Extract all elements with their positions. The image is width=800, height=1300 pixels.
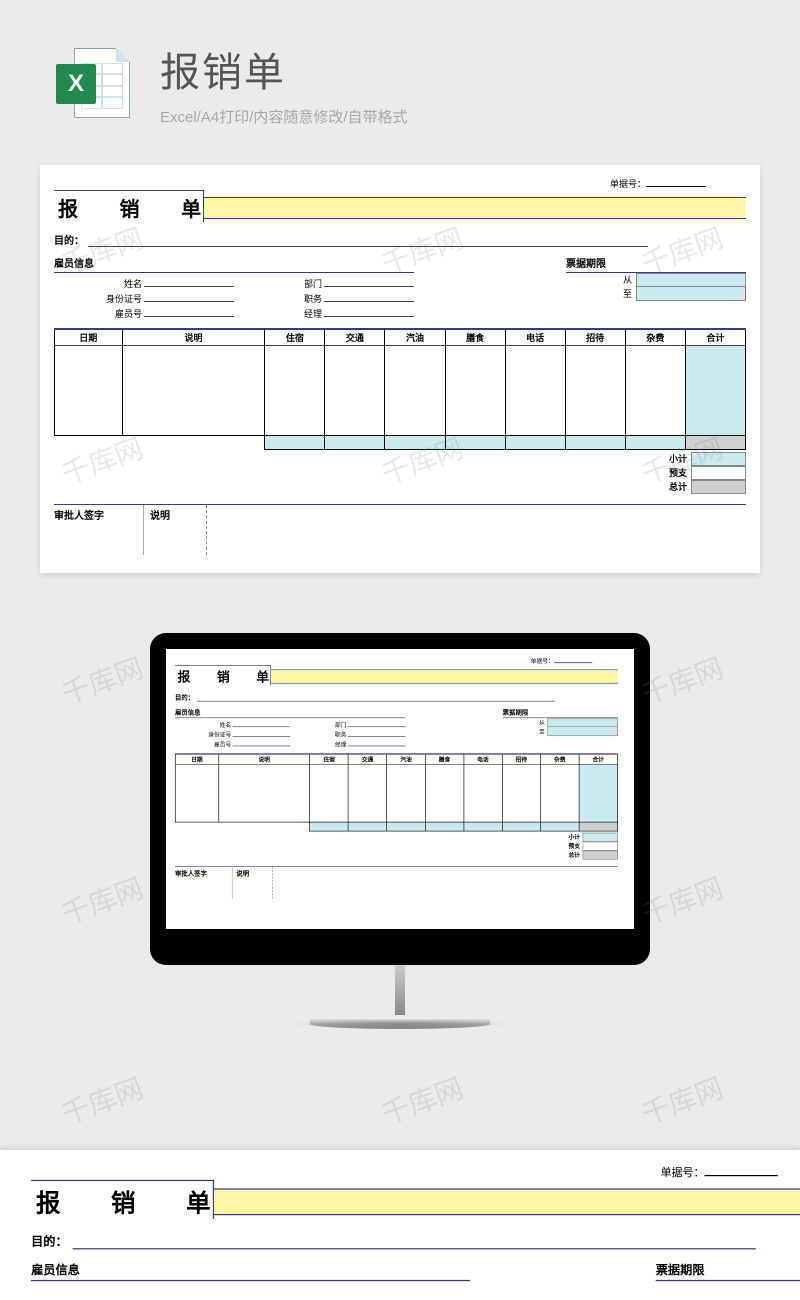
col-transport: 交通	[325, 329, 385, 345]
monitor-mockup: 单据号： 报 销 单 目的： 雇员信息 姓名 部门 身份证号 职务 雇员号 经理	[150, 633, 650, 1029]
grandtotal-label: 总计	[641, 480, 691, 494]
col-entertain: 招待	[565, 329, 625, 345]
name-field[interactable]	[144, 286, 234, 287]
table-row[interactable]	[55, 345, 746, 435]
position-field[interactable]	[324, 301, 414, 302]
id-field[interactable]	[144, 301, 234, 302]
col-phone: 电话	[505, 329, 565, 345]
page-header: X 报销单 Excel/A4打印/内容随意修改/自带格式	[0, 0, 800, 147]
form-title: 报 销 单	[54, 190, 204, 222]
page-title: 报销单	[160, 40, 408, 98]
form-preview-card: 单据号： 报 销 单 目的： 雇员信息 姓名 部门 身份证号 职务 雇员号 经理…	[40, 165, 760, 573]
subtotal-value	[691, 452, 746, 466]
col-desc: 说明	[122, 329, 265, 345]
name-label: 姓名	[124, 277, 142, 290]
bottom-crop-preview: 单据号： 报 销 单 目的： 雇员信息 票据期限	[0, 1150, 800, 1300]
monitor-base	[310, 1019, 490, 1029]
grandtotal-value	[691, 480, 746, 494]
subtotal-label: 小计	[641, 452, 691, 466]
period-to-field[interactable]	[636, 287, 746, 301]
col-meals: 膳食	[445, 329, 505, 345]
watermark: 千库网	[56, 647, 149, 713]
empno-label: 雇员号	[115, 307, 142, 320]
watermark: 千库网	[376, 1067, 469, 1133]
empno-field[interactable]	[144, 316, 234, 317]
manager-field[interactable]	[324, 316, 414, 317]
approver-sign-label: 审批人签字	[54, 505, 144, 555]
period-from-label: 从	[566, 273, 636, 287]
purpose-field[interactable]	[88, 246, 648, 247]
watermark: 千库网	[636, 1067, 729, 1133]
col-date: 日期	[55, 329, 123, 345]
purpose-label: 目的：	[54, 236, 84, 247]
col-misc: 杂费	[625, 329, 685, 345]
period-to-label: 至	[566, 287, 636, 301]
subtotal-row	[55, 435, 746, 449]
advance-label: 预支	[641, 466, 691, 480]
watermark: 千库网	[56, 1067, 149, 1133]
dept-label: 部门	[304, 277, 322, 290]
period-section-header: 票据期限	[566, 255, 746, 273]
approval-note-label: 说明	[144, 505, 204, 555]
id-label: 身份证号	[106, 292, 142, 305]
employee-section-header: 雇员信息	[54, 255, 414, 273]
excel-file-icon: X	[60, 44, 130, 124]
col-total: 合计	[685, 329, 745, 345]
page-subtitle: Excel/A4打印/内容随意修改/自带格式	[160, 106, 408, 127]
excel-x-badge: X	[56, 64, 96, 104]
expense-table: 日期 说明 住宿 交通 汽油 膳食 电话 招待 杂费 合计	[54, 328, 746, 450]
title-highlight-bar	[204, 197, 746, 219]
position-label: 职务	[304, 292, 322, 305]
doc-no-label: 单据号：	[610, 179, 646, 189]
advance-value[interactable]	[691, 466, 746, 480]
manager-label: 经理	[304, 307, 322, 320]
watermark: 千库网	[56, 867, 149, 933]
period-from-field[interactable]	[636, 273, 746, 287]
col-lodging: 住宿	[265, 329, 325, 345]
col-fuel: 汽油	[385, 329, 445, 345]
dept-field[interactable]	[324, 286, 414, 287]
monitor-stand	[395, 965, 405, 1015]
